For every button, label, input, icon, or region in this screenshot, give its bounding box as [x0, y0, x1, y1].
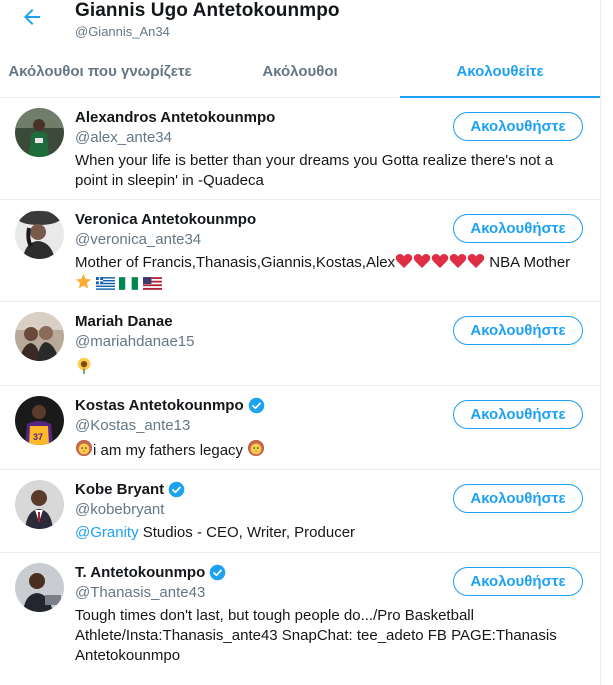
- lion-face-icon: [75, 439, 93, 457]
- follow-button[interactable]: Ακολουθήστε: [453, 112, 583, 141]
- red-heart-icon: [467, 254, 485, 268]
- user-handle[interactable]: @alex_ante34: [75, 129, 172, 146]
- user-name[interactable]: Mariah Danae: [75, 313, 173, 330]
- lion-face-icon: [248, 439, 265, 457]
- avatar[interactable]: [15, 563, 64, 612]
- page-title: Giannis Ugo Antetokounmpo: [75, 0, 340, 21]
- follow-button[interactable]: Ακολουθήστε: [453, 400, 583, 429]
- bio-text: Mother of Francis,Thanasis,Giannis,Kosta…: [75, 254, 396, 271]
- user-name[interactable]: Alexandros Antetokounmpo: [75, 109, 275, 126]
- avatar[interactable]: 37: [15, 396, 64, 445]
- verified-badge-icon: [248, 397, 264, 414]
- tab-bar: Ακόλουθοι που γνωρίζετε Ακόλουθοι Ακολου…: [0, 52, 600, 98]
- list-item[interactable]: Mariah Danae @mariahdanae15 Ακολουθήστε: [0, 302, 600, 386]
- red-heart-icon: [431, 254, 449, 268]
- red-heart-icon: [413, 254, 431, 268]
- svg-text:37: 37: [33, 432, 43, 442]
- user-handle[interactable]: @mariahdanae15: [75, 333, 194, 350]
- user-handle[interactable]: @kobebryant: [75, 501, 164, 518]
- red-heart-icon: [395, 254, 413, 268]
- user-bio: Tough times don't last, but tough people…: [75, 607, 557, 664]
- red-heart-icon: [449, 254, 467, 268]
- user-handle[interactable]: @Kostas_ante13: [75, 417, 190, 434]
- avatar[interactable]: [15, 210, 64, 259]
- list-item[interactable]: Kobe Bryant @kobebryant Ακολουθήστε @Gra…: [0, 470, 600, 553]
- follow-button[interactable]: Ακολουθήστε: [453, 316, 583, 345]
- user-name[interactable]: T. Antetokounmpo: [75, 564, 205, 581]
- user-name[interactable]: Kostas Antetokounmpo: [75, 397, 244, 414]
- tab-following[interactable]: Ακολουθείτε: [400, 52, 600, 98]
- avatar[interactable]: [15, 108, 64, 157]
- follow-button[interactable]: Ακολουθήστε: [453, 214, 583, 243]
- user-name[interactable]: Veronica Antetokounmpo: [75, 211, 256, 228]
- list-item[interactable]: Alexandros Antetokounmpo @alex_ante34 Ακ…: [0, 98, 600, 200]
- verified-badge-icon: [209, 564, 226, 581]
- right-border: [600, 0, 601, 685]
- bio-text: Studios - CEO, Writer, Producer: [138, 524, 356, 541]
- follow-button[interactable]: Ακολουθήστε: [453, 567, 583, 596]
- star-icon: [75, 273, 92, 289]
- list-item[interactable]: 37 Kostas Antetokounmpo @Kostas_ante13 Α…: [0, 386, 600, 470]
- user-bio: i am my fathers legacy: [75, 439, 575, 461]
- list-item[interactable]: T. Antetokounmpo @Thanasis_ante43 Ακολου…: [0, 553, 600, 673]
- user-bio: Mother of Francis,Thanasis,Giannis,Kosta…: [75, 253, 575, 294]
- user-name[interactable]: Kobe Bryant: [75, 481, 164, 498]
- user-bio: @Granity Studios - CEO, Writer, Producer: [75, 523, 575, 543]
- user-handle[interactable]: @Thanasis_ante43: [75, 584, 205, 601]
- arrow-left-icon[interactable]: [20, 5, 44, 29]
- verified-badge-icon: [168, 481, 185, 498]
- flag-nigeria-icon: [119, 277, 139, 290]
- tab-followers[interactable]: Ακόλουθοι: [200, 52, 400, 97]
- user-bio: [75, 356, 575, 378]
- tab-followers-you-know[interactable]: Ακόλουθοι που γνωρίζετε: [0, 52, 200, 97]
- sunflower-icon: [77, 357, 91, 374]
- avatar[interactable]: [15, 312, 64, 361]
- user-bio: When your life is better than your dream…: [75, 152, 554, 189]
- flag-usa-icon: [142, 277, 162, 290]
- header: Giannis Ugo Antetokounmpo @Giannis_An34: [0, 0, 600, 50]
- flag-greece-icon: [96, 277, 116, 290]
- bio-text: i am my fathers legacy: [93, 442, 248, 459]
- list-item[interactable]: Veronica Antetokounmpo @veronica_ante34 …: [0, 200, 600, 302]
- user-list: Alexandros Antetokounmpo @alex_ante34 Ακ…: [0, 98, 600, 673]
- user-handle[interactable]: @veronica_ante34: [75, 231, 201, 248]
- page-handle: @Giannis_An34: [75, 24, 170, 39]
- bio-mention-link[interactable]: @Granity: [75, 524, 139, 541]
- bio-suffix: NBA Mother: [485, 254, 571, 271]
- avatar[interactable]: [15, 480, 64, 529]
- follow-button[interactable]: Ακολουθήστε: [453, 484, 583, 513]
